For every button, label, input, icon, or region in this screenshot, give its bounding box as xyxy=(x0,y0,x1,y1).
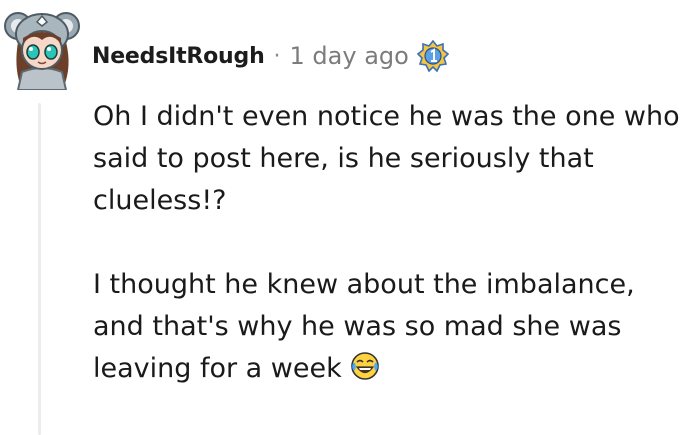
comment-paragraph-2: I thought he knew about the imbalance, a… xyxy=(93,264,693,390)
meta-separator: · xyxy=(273,43,281,69)
user-avatar[interactable] xyxy=(4,6,82,91)
comment: NeedsItRough · 1 day ago Oh I didn't eve… xyxy=(0,0,700,435)
paragraph-text: Oh I didn't even notice he was the one w… xyxy=(93,101,680,216)
tears-of-joy-emoji-icon xyxy=(350,352,379,380)
koala-avatar-icon xyxy=(4,12,80,91)
comment-timestamp[interactable]: 1 day ago xyxy=(290,42,409,70)
comment-body: Oh I didn't even notice he was the one w… xyxy=(93,96,693,432)
comment-header: NeedsItRough · 1 day ago xyxy=(92,36,449,76)
thread-collapse-line[interactable] xyxy=(38,103,41,435)
award-badge-icon[interactable] xyxy=(416,40,449,72)
username-link[interactable]: NeedsItRough xyxy=(92,44,265,69)
comment-paragraph-1: Oh I didn't even notice he was the one w… xyxy=(93,96,693,222)
